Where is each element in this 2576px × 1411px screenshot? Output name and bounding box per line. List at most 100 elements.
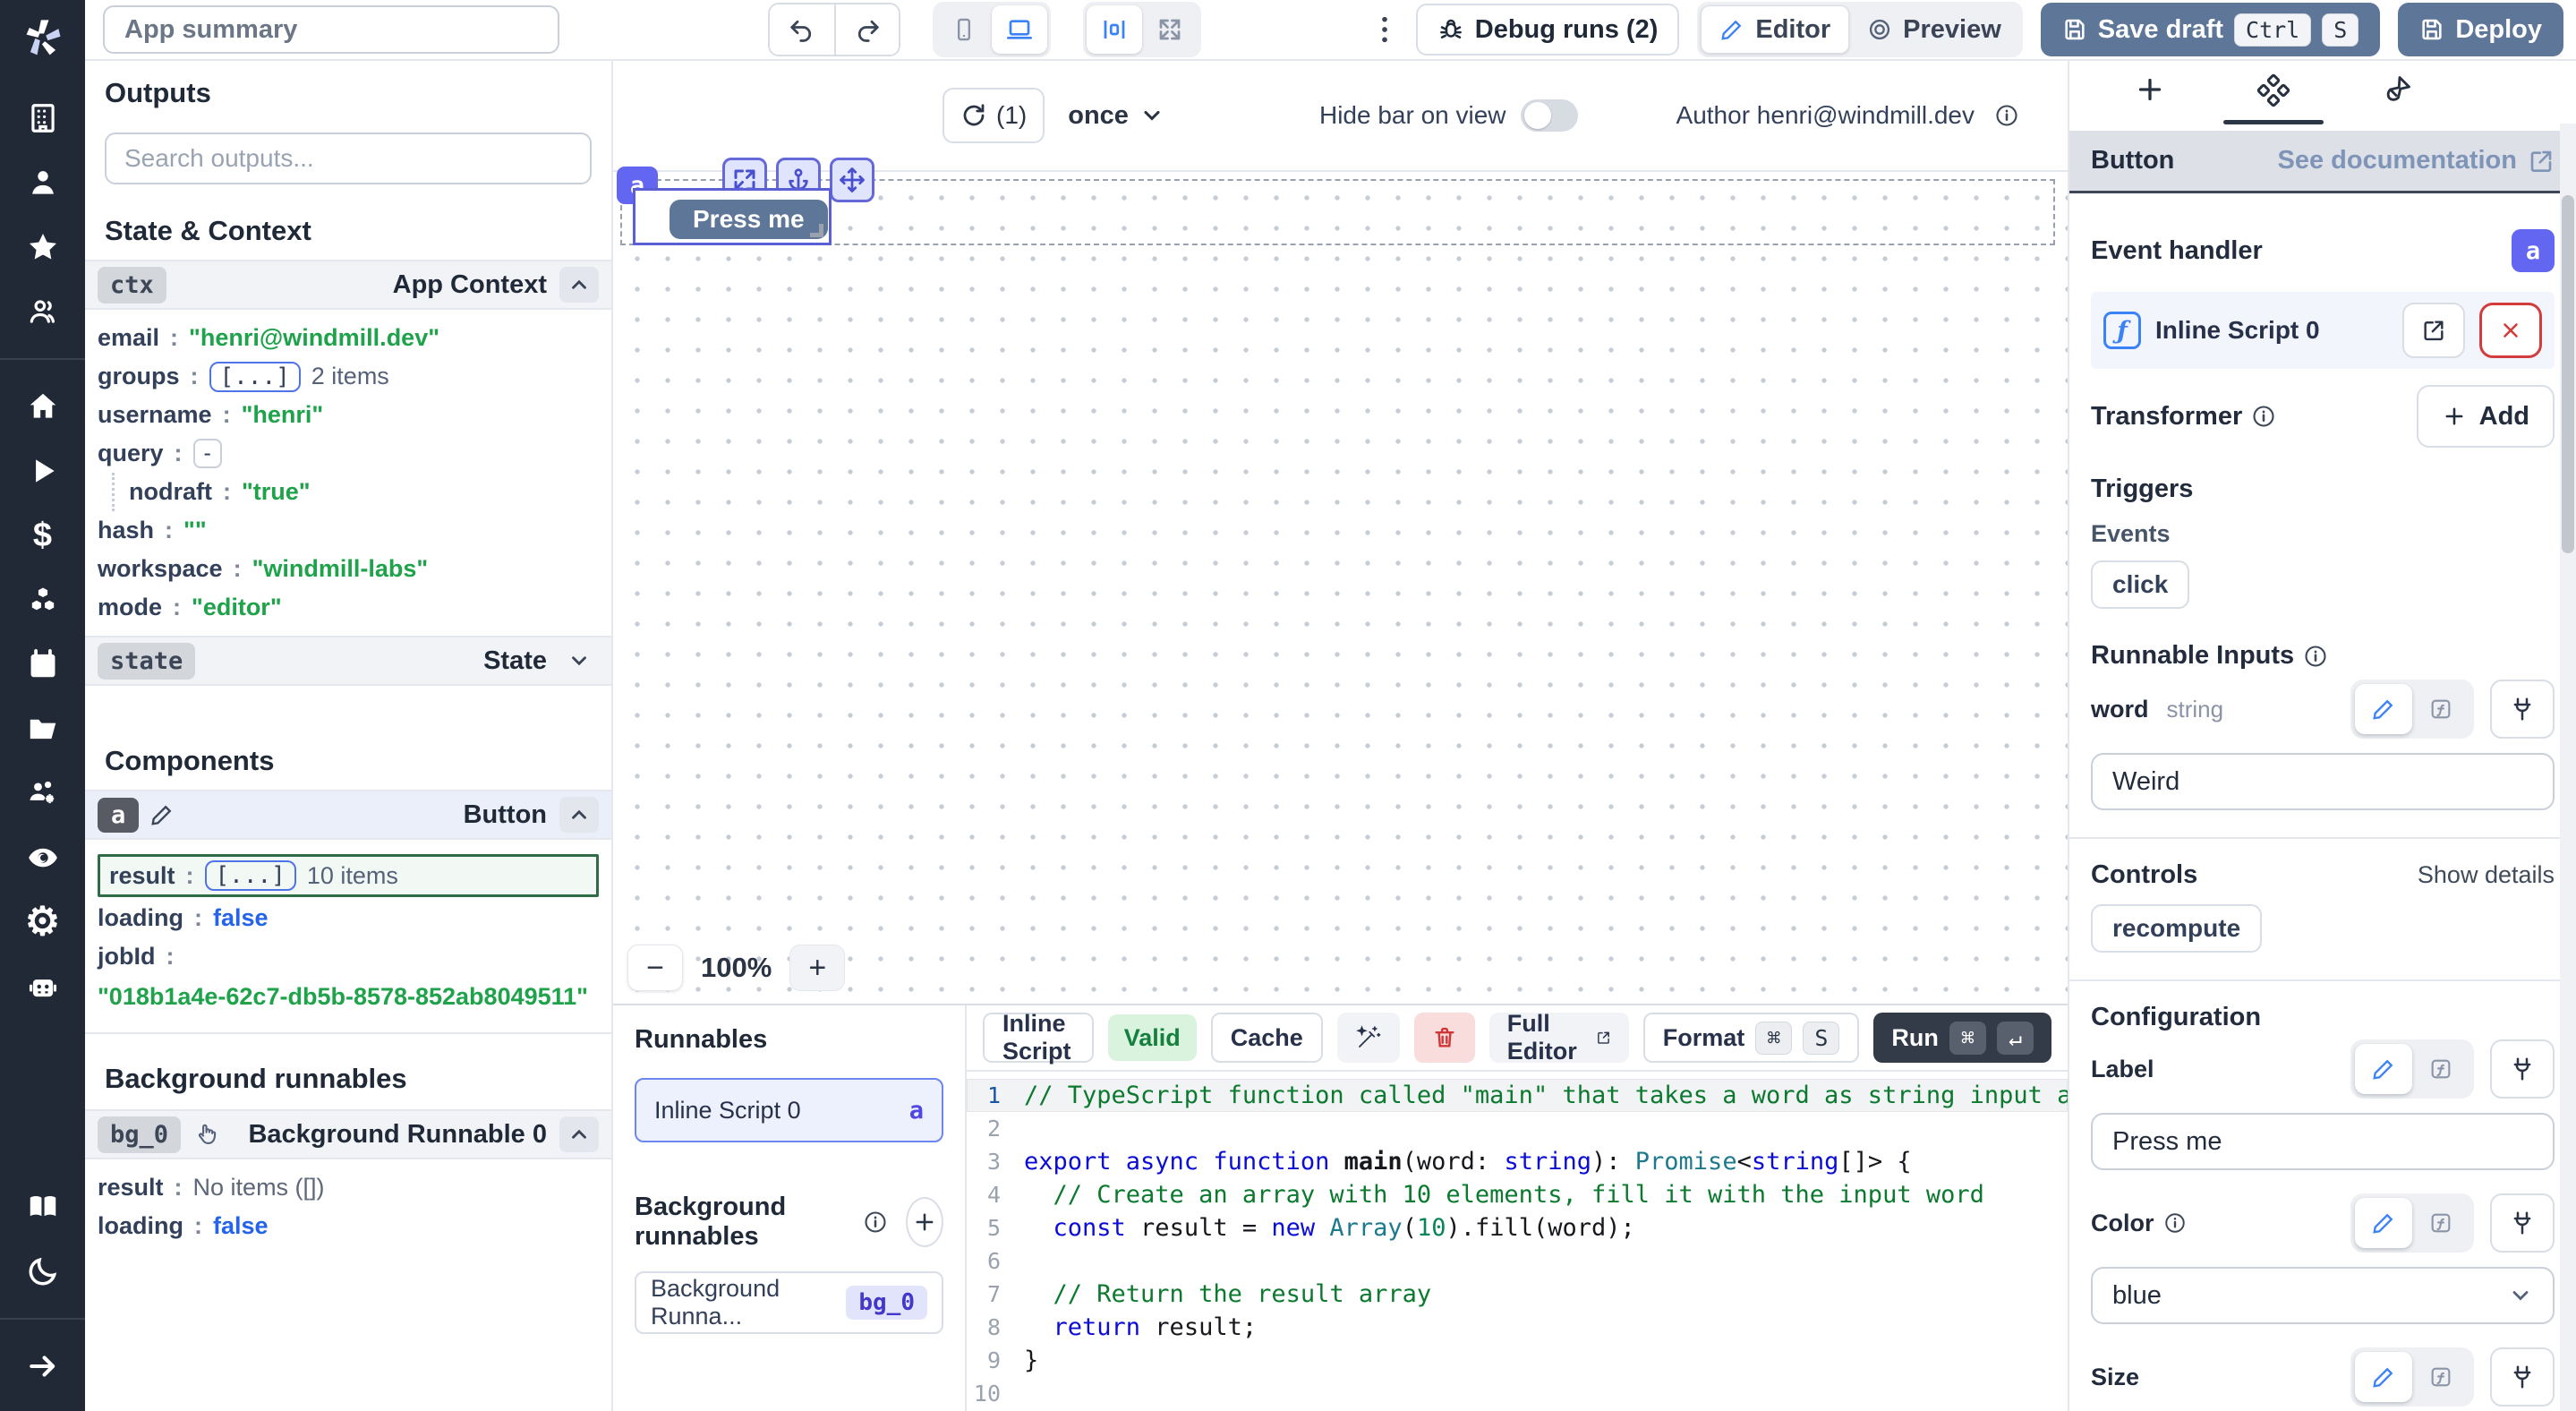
audit-eye-icon[interactable] bbox=[0, 825, 85, 890]
zoom-in-button[interactable]: + bbox=[789, 945, 845, 991]
code-line[interactable]: 2 bbox=[967, 1112, 2068, 1145]
info-icon[interactable] bbox=[2303, 644, 2328, 669]
ai-robot-icon[interactable] bbox=[0, 954, 85, 1019]
loading-row[interactable]: loading:false bbox=[98, 899, 599, 937]
settings-gear-icon[interactable]: ⚙ bbox=[0, 890, 85, 954]
info-icon[interactable] bbox=[1994, 103, 2019, 128]
more-menu-button[interactable] bbox=[1371, 14, 1398, 45]
code-line[interactable]: 9} bbox=[967, 1344, 2068, 1377]
ctx-accordion-header[interactable]: ctx App Context bbox=[85, 260, 611, 310]
recompute-chip[interactable]: recompute bbox=[2091, 904, 2262, 953]
chevron-up-icon[interactable] bbox=[559, 267, 599, 303]
bg0-loading-row[interactable]: loading:false bbox=[98, 1207, 599, 1245]
refresh-button[interactable]: (1) bbox=[943, 88, 1045, 143]
press-me-button[interactable]: Press me bbox=[670, 200, 828, 239]
label-input[interactable] bbox=[2091, 1113, 2555, 1170]
code-line[interactable]: 8 return result; bbox=[967, 1311, 2068, 1344]
event-script-row[interactable]: ƒ Inline Script 0 bbox=[2091, 292, 2555, 369]
open-script-button[interactable] bbox=[2402, 303, 2465, 358]
code-lines[interactable]: 1// TypeScript function called "main" th… bbox=[967, 1072, 2068, 1411]
editor-tab[interactable]: Editor bbox=[1701, 5, 1849, 54]
see-documentation-link[interactable]: See documentation bbox=[2278, 146, 2555, 175]
inline-script-item[interactable]: Inline Script 0 a bbox=[635, 1078, 943, 1142]
ctx-row-mode[interactable]: mode:"editor" bbox=[98, 588, 599, 627]
chevron-up-icon[interactable] bbox=[559, 797, 599, 833]
info-icon[interactable] bbox=[2163, 1211, 2187, 1235]
user-icon[interactable] bbox=[0, 150, 85, 215]
eval-fx-icon[interactable] bbox=[2412, 1352, 2469, 1402]
workspace-icon[interactable] bbox=[0, 86, 85, 150]
docs-book-icon[interactable] bbox=[0, 1175, 85, 1239]
script-type-button[interactable]: Inline Script bbox=[983, 1013, 1094, 1063]
schedules-calendar-icon[interactable] bbox=[0, 632, 85, 697]
tab-styling-brush[interactable] bbox=[2340, 73, 2454, 123]
tab-insert-component[interactable] bbox=[2093, 73, 2207, 123]
redo-button[interactable] bbox=[834, 4, 899, 55]
resources-cubes-icon[interactable] bbox=[0, 568, 85, 632]
home-icon[interactable] bbox=[0, 374, 85, 439]
run-button[interactable]: Run ⌘ ↵ bbox=[1873, 1013, 2051, 1063]
ai-wand-button[interactable] bbox=[1337, 1013, 1400, 1063]
cache-button[interactable]: Cache bbox=[1211, 1013, 1323, 1063]
static-pencil-icon[interactable] bbox=[2355, 1352, 2412, 1402]
static-pencil-icon[interactable] bbox=[2355, 1044, 2412, 1094]
expand-sidebar-arrow-icon[interactable] bbox=[0, 1334, 85, 1398]
deploy-button[interactable]: Deploy bbox=[2398, 3, 2563, 56]
static-pencil-icon[interactable] bbox=[2355, 1198, 2412, 1248]
full-editor-button[interactable]: Full Editor bbox=[1489, 1013, 1629, 1063]
button-component-cell[interactable]: Press me bbox=[633, 188, 832, 245]
eval-fx-icon[interactable] bbox=[2412, 1044, 2469, 1094]
add-bg-runnable-button[interactable] bbox=[906, 1197, 943, 1247]
refresh-mode-dropdown[interactable]: once bbox=[1068, 101, 1164, 131]
button-component-header[interactable]: a Button bbox=[85, 790, 611, 840]
eval-fx-icon[interactable] bbox=[2412, 684, 2469, 734]
ctx-row-workspace[interactable]: workspace:"windmill-labs" bbox=[98, 550, 599, 588]
chevron-up-icon[interactable] bbox=[559, 1116, 599, 1152]
jobid-row[interactable]: jobId: bbox=[98, 937, 599, 976]
connect-plug-icon[interactable] bbox=[2490, 1347, 2555, 1407]
debug-runs-button[interactable]: Debug runs (2) bbox=[1416, 4, 1680, 56]
edit-id-pencil-icon[interactable] bbox=[149, 802, 175, 827]
app-summary-input[interactable] bbox=[103, 5, 559, 54]
connect-plug-icon[interactable] bbox=[2490, 680, 2555, 739]
component-a-badge[interactable]: a bbox=[98, 798, 139, 833]
info-icon[interactable] bbox=[863, 1210, 888, 1235]
info-icon[interactable] bbox=[2251, 404, 2276, 429]
result-row-highlighted[interactable]: result: [...] 10 items bbox=[98, 854, 599, 897]
center-layout-button[interactable] bbox=[1087, 5, 1142, 54]
code-line[interactable]: 10 bbox=[967, 1377, 2068, 1410]
save-draft-button[interactable]: Save draft Ctrl S bbox=[2041, 3, 2381, 56]
folders-icon[interactable] bbox=[0, 697, 85, 761]
preview-tab[interactable]: Preview bbox=[1849, 5, 2019, 54]
remove-script-button[interactable] bbox=[2479, 303, 2542, 358]
show-details-link[interactable]: Show details bbox=[2418, 861, 2555, 889]
hide-bar-toggle[interactable] bbox=[1521, 99, 1578, 132]
bg0-badge[interactable]: bg_0 bbox=[98, 1116, 181, 1153]
code-line[interactable]: 1// TypeScript function called "main" th… bbox=[967, 1079, 2068, 1112]
workers-icon[interactable] bbox=[0, 761, 85, 825]
resize-handle[interactable] bbox=[810, 224, 823, 237]
ctx-row-username[interactable]: username:"henri" bbox=[98, 396, 599, 434]
chevron-down-icon[interactable] bbox=[559, 643, 599, 679]
word-input[interactable] bbox=[2091, 753, 2555, 810]
bg-runnable-item[interactable]: Background Runna... bg_0 bbox=[635, 1271, 943, 1334]
color-select[interactable]: blue bbox=[2091, 1267, 2555, 1324]
tab-component-settings[interactable] bbox=[2216, 73, 2331, 124]
connect-plug-icon[interactable] bbox=[2490, 1039, 2555, 1099]
undo-button[interactable] bbox=[770, 4, 834, 55]
bg0-accordion-header[interactable]: bg_0 Background Runnable 0 bbox=[85, 1109, 611, 1159]
desktop-view-button[interactable] bbox=[992, 5, 1047, 54]
dark-mode-moon-icon[interactable] bbox=[0, 1239, 85, 1304]
scrollbar-thumb[interactable] bbox=[2562, 195, 2574, 553]
code-line[interactable]: 5 const result = new Array(10).fill(word… bbox=[967, 1211, 2068, 1244]
code-line[interactable]: 7 // Return the result array bbox=[967, 1278, 2068, 1311]
zoom-out-button[interactable]: − bbox=[627, 945, 683, 991]
windmill-logo-icon[interactable] bbox=[20, 16, 66, 63]
code-line[interactable]: 3export async function main(word: string… bbox=[967, 1145, 2068, 1178]
delete-script-button[interactable] bbox=[1414, 1013, 1475, 1063]
state-accordion-header[interactable]: state State bbox=[85, 636, 611, 686]
code-line[interactable]: 6 bbox=[967, 1244, 2068, 1278]
connect-plug-icon[interactable] bbox=[2490, 1193, 2555, 1253]
scrollbar-track[interactable] bbox=[2560, 124, 2576, 1411]
eval-fx-icon[interactable] bbox=[2412, 1198, 2469, 1248]
